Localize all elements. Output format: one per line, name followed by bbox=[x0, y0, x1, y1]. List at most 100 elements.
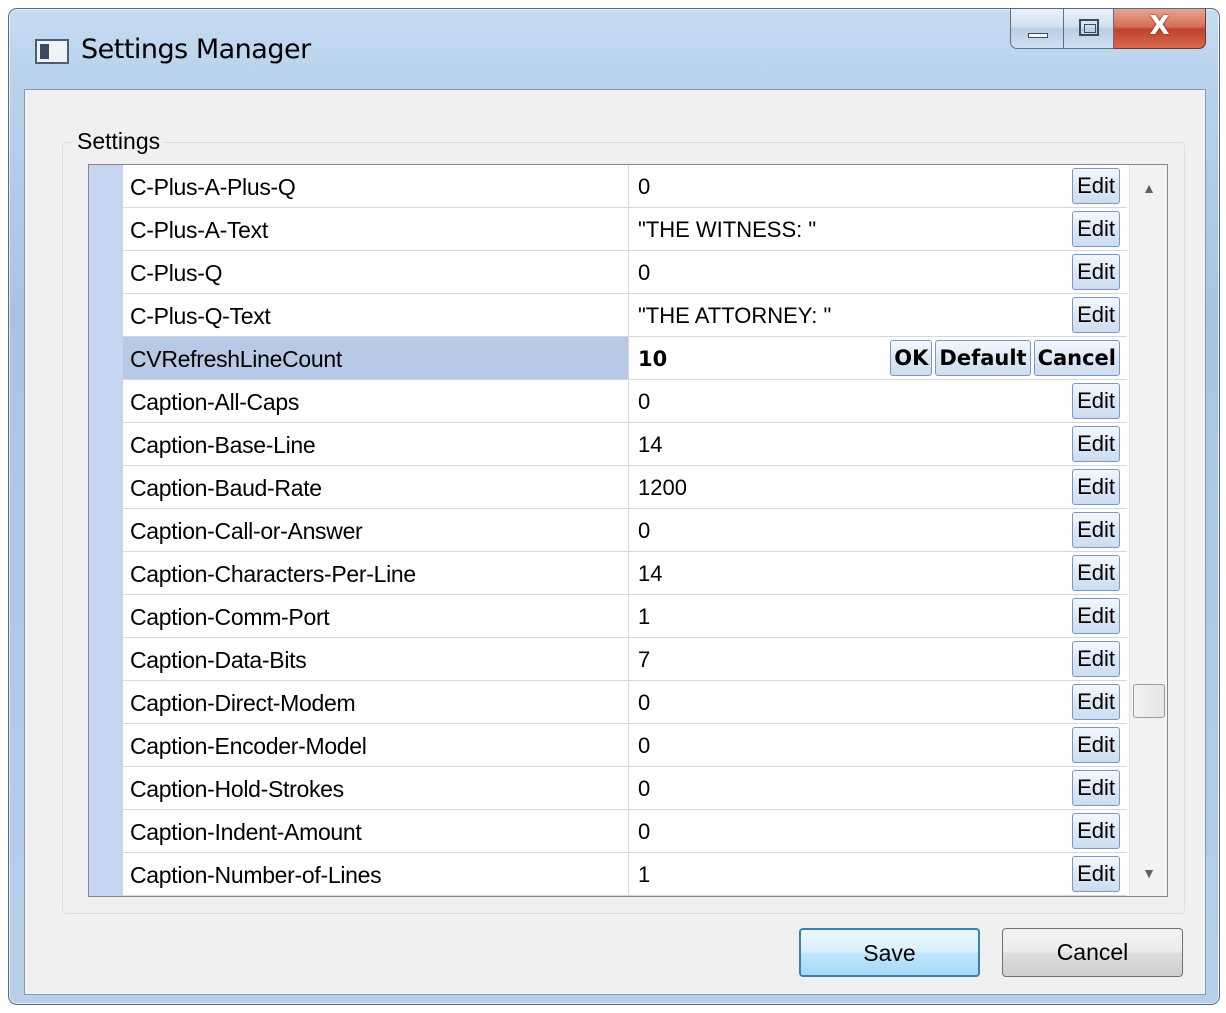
table-row[interactable]: C-Plus-A-Text "THE WITNESS: " Edit bbox=[123, 208, 1127, 251]
setting-value-text: 1200 bbox=[638, 475, 687, 500]
scroll-down-arrow-icon[interactable]: ▼ bbox=[1130, 854, 1167, 892]
edit-button[interactable]: Edit bbox=[1072, 168, 1120, 204]
window-title: Settings Manager bbox=[81, 34, 311, 65]
table-row[interactable]: Caption-Encoder-Model 0 Edit bbox=[123, 724, 1127, 767]
edit-button[interactable]: Edit bbox=[1072, 856, 1120, 892]
setting-name-cell[interactable]: Caption-Call-or-Answer bbox=[123, 509, 629, 551]
setting-name-cell[interactable]: Caption-Direct-Modem bbox=[123, 681, 629, 723]
inline-edit-actions: OK Default Cancel bbox=[890, 340, 1120, 376]
setting-value-cell[interactable]: 7 Edit bbox=[629, 638, 1127, 680]
setting-value-cell[interactable]: "THE ATTORNEY: " Edit bbox=[629, 294, 1127, 336]
edit-button[interactable]: Edit bbox=[1072, 598, 1120, 634]
setting-value-text: 0 bbox=[638, 174, 651, 199]
setting-value-cell[interactable]: 0 Edit bbox=[629, 767, 1127, 809]
table-row[interactable]: Caption-Call-or-Answer 0 Edit bbox=[123, 509, 1127, 552]
table-row[interactable]: Caption-All-Caps 0 Edit bbox=[123, 380, 1127, 423]
edit-button[interactable]: Edit bbox=[1072, 813, 1120, 849]
scroll-up-arrow-icon[interactable]: ▲ bbox=[1130, 169, 1167, 207]
setting-value-cell[interactable]: 0 Edit bbox=[629, 681, 1127, 723]
table-row[interactable]: Caption-Number-of-Lines 1 Edit bbox=[123, 853, 1127, 896]
table-row[interactable]: Caption-Data-Bits 7 Edit bbox=[123, 638, 1127, 681]
setting-value-text: 1 bbox=[638, 604, 651, 629]
edit-button[interactable]: Edit bbox=[1072, 211, 1120, 247]
setting-name-cell[interactable]: C-Plus-Q bbox=[123, 251, 629, 293]
setting-value-cell[interactable]: 14 Edit bbox=[629, 552, 1127, 594]
dialog-client-area: Settings C-Plus-A-Plus-Q 0 Edit C-Plus-A-Te… bbox=[24, 89, 1206, 995]
minimize-icon bbox=[1028, 33, 1048, 38]
setting-value-cell[interactable]: 1 Edit bbox=[629, 595, 1127, 637]
setting-value-input[interactable]: 10 OK Default Cancel bbox=[629, 337, 1127, 379]
setting-name-cell[interactable]: C-Plus-A-Text bbox=[123, 208, 629, 250]
ok-button[interactable]: OK bbox=[890, 340, 933, 376]
settings-manager-window: Settings Manager X Settings C-Plus-A-Plu… bbox=[8, 8, 1220, 1005]
settings-grid: C-Plus-A-Plus-Q 0 Edit C-Plus-A-Text "THE WI… bbox=[88, 164, 1168, 897]
setting-value-text: 7 bbox=[638, 647, 651, 672]
default-button[interactable]: Default bbox=[935, 340, 1031, 376]
title-bar[interactable]: Settings Manager X bbox=[9, 9, 1219, 89]
table-row[interactable]: Caption-Characters-Per-Line 14 Edit bbox=[123, 552, 1127, 595]
setting-name-cell[interactable]: Caption-Base-Line bbox=[123, 423, 629, 465]
setting-value-cell[interactable]: 1 Edit bbox=[629, 853, 1127, 895]
setting-name-cell[interactable]: Caption-Encoder-Model bbox=[123, 724, 629, 766]
table-row[interactable]: C-Plus-A-Plus-Q 0 Edit bbox=[123, 165, 1127, 208]
table-row[interactable]: Caption-Base-Line 14 Edit bbox=[123, 423, 1127, 466]
setting-value-cell[interactable]: "THE WITNESS: " Edit bbox=[629, 208, 1127, 250]
edit-button[interactable]: Edit bbox=[1072, 555, 1120, 591]
edit-button[interactable]: Edit bbox=[1072, 641, 1120, 677]
edit-button[interactable]: Edit bbox=[1072, 297, 1120, 333]
setting-value-text: 0 bbox=[638, 518, 651, 543]
maximize-button[interactable] bbox=[1064, 9, 1114, 49]
setting-value-cell[interactable]: 0 Edit bbox=[629, 509, 1127, 551]
setting-name-cell[interactable]: Caption-All-Caps bbox=[123, 380, 629, 422]
save-button[interactable]: Save bbox=[799, 928, 980, 977]
table-row[interactable]: CVRefreshLineCount 10 OK Default Cancel bbox=[123, 337, 1127, 380]
table-row[interactable]: Caption-Indent-Amount 0 Edit bbox=[123, 810, 1127, 853]
setting-name-cell[interactable]: Caption-Comm-Port bbox=[123, 595, 629, 637]
edit-button[interactable]: Edit bbox=[1072, 512, 1120, 548]
setting-name-cell[interactable]: Caption-Number-of-Lines bbox=[123, 853, 629, 895]
edit-button[interactable]: Edit bbox=[1072, 684, 1120, 720]
edit-button[interactable]: Edit bbox=[1072, 426, 1120, 462]
cancel-button[interactable]: Cancel bbox=[1002, 928, 1183, 977]
setting-name-cell[interactable]: Caption-Hold-Strokes bbox=[123, 767, 629, 809]
vertical-scrollbar[interactable]: ▲ ▼ bbox=[1129, 165, 1167, 896]
setting-name-cell[interactable]: CVRefreshLineCount bbox=[123, 337, 629, 379]
table-row[interactable]: C-Plus-Q-Text "THE ATTORNEY: " Edit bbox=[123, 294, 1127, 337]
setting-value-cell[interactable]: 0 Edit bbox=[629, 724, 1127, 766]
setting-name-cell[interactable]: C-Plus-A-Plus-Q bbox=[123, 165, 629, 207]
edit-button[interactable]: Edit bbox=[1072, 727, 1120, 763]
edit-button[interactable]: Edit bbox=[1072, 383, 1120, 419]
setting-name-cell[interactable]: C-Plus-Q-Text bbox=[123, 294, 629, 336]
setting-name-cell[interactable]: Caption-Data-Bits bbox=[123, 638, 629, 680]
minimize-button[interactable] bbox=[1010, 9, 1064, 49]
table-row[interactable]: C-Plus-Q 0 Edit bbox=[123, 251, 1127, 294]
setting-value-cell[interactable]: 0 Edit bbox=[629, 165, 1127, 207]
inline-cancel-button[interactable]: Cancel bbox=[1033, 340, 1120, 376]
edit-button[interactable]: Edit bbox=[1072, 770, 1120, 806]
edit-button[interactable]: Edit bbox=[1072, 254, 1120, 290]
row-header-gutter bbox=[89, 165, 123, 896]
edit-button[interactable]: Edit bbox=[1072, 469, 1120, 505]
setting-name-cell[interactable]: Caption-Indent-Amount bbox=[123, 810, 629, 852]
scrollbar-thumb[interactable] bbox=[1133, 684, 1165, 719]
table-row[interactable]: Caption-Baud-Rate 1200 Edit bbox=[123, 466, 1127, 509]
setting-value-cell[interactable]: 14 Edit bbox=[629, 423, 1127, 465]
setting-name-cell[interactable]: Caption-Characters-Per-Line bbox=[123, 552, 629, 594]
setting-value-text: "THE ATTORNEY: " bbox=[638, 303, 832, 328]
table-row[interactable]: Caption-Comm-Port 1 Edit bbox=[123, 595, 1127, 638]
settings-rows: C-Plus-A-Plus-Q 0 Edit C-Plus-A-Text "THE WI… bbox=[123, 165, 1127, 896]
setting-value-cell[interactable]: 0 Edit bbox=[629, 380, 1127, 422]
setting-value-cell[interactable]: 1200 Edit bbox=[629, 466, 1127, 508]
close-button[interactable]: X bbox=[1114, 9, 1206, 49]
app-window-icon bbox=[35, 39, 69, 64]
setting-value-text: 14 bbox=[638, 561, 663, 586]
setting-value-text: 10 bbox=[638, 347, 668, 371]
table-row[interactable]: Caption-Direct-Modem 0 Edit bbox=[123, 681, 1127, 724]
setting-name-cell[interactable]: Caption-Baud-Rate bbox=[123, 466, 629, 508]
table-row[interactable]: Caption-Hold-Strokes 0 Edit bbox=[123, 767, 1127, 810]
setting-value-cell[interactable]: 0 Edit bbox=[629, 810, 1127, 852]
setting-value-cell[interactable]: 0 Edit bbox=[629, 251, 1127, 293]
setting-value-text: 0 bbox=[638, 776, 651, 801]
setting-value-text: 0 bbox=[638, 690, 651, 715]
setting-value-text: 0 bbox=[638, 733, 651, 758]
